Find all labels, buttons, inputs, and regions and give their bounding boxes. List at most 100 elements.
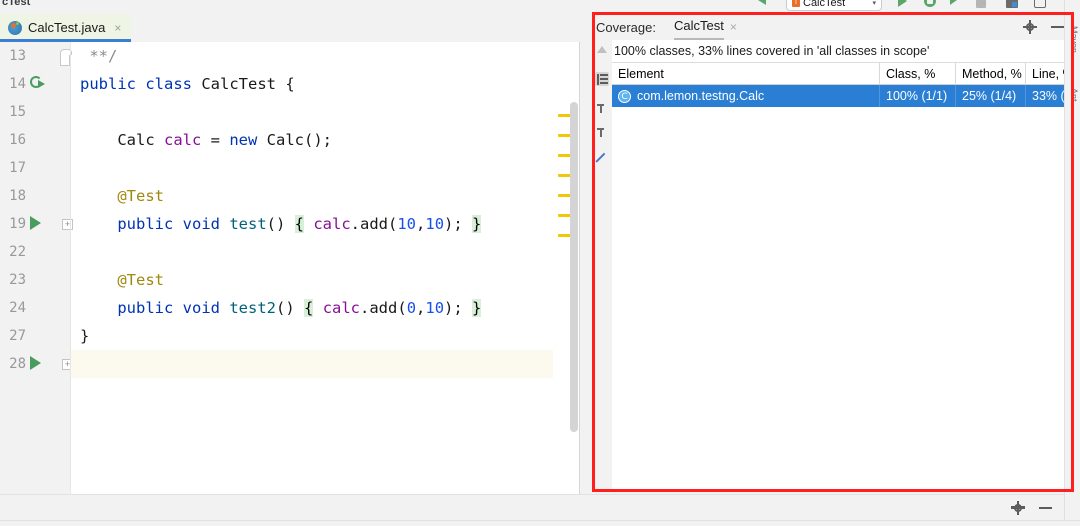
close-icon[interactable]: × <box>114 21 121 35</box>
code-token: 0 <box>406 299 417 317</box>
run-configuration-selector[interactable]: T CalcTest ▾ <box>786 0 882 11</box>
line-number: 24 <box>9 300 26 316</box>
code-token: , <box>416 299 426 317</box>
run-test-icon-line19[interactable] <box>30 216 41 230</box>
collapse-all-icon[interactable] <box>595 126 609 140</box>
line-number: 15 <box>9 104 26 120</box>
main-toolbar: cTest T CalcTest ▾ <box>0 0 1080 14</box>
code-token: **/ <box>80 47 118 65</box>
code-token: } <box>472 215 482 233</box>
run-config-icon: T <box>792 0 800 7</box>
code-token: test <box>229 215 267 233</box>
table-row[interactable]: Ccom.lemon.testng.Calc 100% (1/1) 25% (1/4… <box>612 85 1074 107</box>
code-token: } <box>80 327 90 345</box>
line-number: 14 <box>9 76 26 92</box>
gear-icon[interactable] <box>1023 20 1037 34</box>
code-text-area[interactable]: **/ public class CalcTest { Calc calc = n… <box>71 42 553 494</box>
code-line[interactable]: } <box>71 322 553 350</box>
rerun-tests-icon[interactable] <box>30 76 45 91</box>
ide-window: cTest T CalcTest ▾ CalcTest.java × 13 14 1… <box>0 0 1080 526</box>
code-line[interactable]: public void test2() { calc.add(0,10); } <box>71 294 553 322</box>
tool-window-button-maven[interactable]: Maven <box>1069 26 1079 53</box>
code-token: 10 <box>425 299 445 317</box>
coverage-table[interactable]: Element Class, % Method, % Line, % Ccom.… <box>612 62 1074 492</box>
code-token: public <box>117 215 183 233</box>
editor-tab-calctest[interactable]: CalcTest.java × <box>0 14 132 42</box>
flatten-packages-icon[interactable] <box>595 72 609 86</box>
code-line[interactable]: public void test() { calc.add(10,10); } <box>71 210 553 238</box>
element-name: com.lemon.testng.Calc <box>637 89 765 103</box>
run-button[interactable] <box>898 0 913 10</box>
back-button[interactable] <box>758 0 773 10</box>
code-token: calc <box>322 299 361 317</box>
line-number: 18 <box>9 188 26 204</box>
scroll-up-icon[interactable] <box>595 44 609 58</box>
code-token: public <box>117 299 183 317</box>
java-class-icon <box>8 20 22 35</box>
code-token: @Test <box>117 187 164 205</box>
code-token: { <box>304 299 314 317</box>
chevron-down-icon: ▾ <box>872 0 876 7</box>
editor-scrollbar-thumb[interactable] <box>570 102 578 432</box>
gear-icon[interactable] <box>1011 500 1025 515</box>
coverage-header: Coverage: CalcTest × <box>592 14 1074 40</box>
expand-all-icon[interactable] <box>595 102 609 116</box>
code-line[interactable] <box>71 238 553 266</box>
status-bar <box>0 520 1080 526</box>
inspection-scrollbar[interactable] <box>553 42 579 494</box>
right-tool-strip: Maven Ant <box>1064 0 1080 526</box>
code-token: } <box>472 299 482 317</box>
code-token: CalcTest <box>201 75 286 93</box>
run-test-icon-line24[interactable] <box>30 356 41 370</box>
code-line[interactable] <box>71 350 553 378</box>
line-number: 17 <box>9 160 26 176</box>
code-token: { <box>285 75 295 93</box>
cell-element: Ccom.lemon.testng.Calc <box>612 85 880 107</box>
frame-button[interactable] <box>1034 0 1049 12</box>
stop-button[interactable] <box>976 0 991 13</box>
editor-gutter[interactable]: 13 14 15 16 17 18 19 22 23 24 27 28 + + <box>0 42 73 494</box>
line-number: 13 <box>9 48 26 64</box>
code-token: Calc <box>266 131 304 149</box>
code-token: new <box>229 131 267 149</box>
code-line[interactable]: @Test <box>71 182 553 210</box>
run-with-coverage-button[interactable] <box>950 0 965 10</box>
run-config-name: CalcTest <box>803 0 846 9</box>
code-line[interactable] <box>71 98 553 126</box>
code-token: test2 <box>229 299 276 317</box>
coverage-summary: 100% classes, 33% lines covered in 'all … <box>592 40 1074 62</box>
tool-window-button-ant[interactable]: Ant <box>1069 88 1079 102</box>
editor-tab-bar: CalcTest.java × <box>0 14 580 42</box>
code-line[interactable]: **/ <box>71 42 553 70</box>
code-token: .add( <box>360 299 407 317</box>
coverage-tab-close-icon[interactable]: × <box>730 20 737 34</box>
coverage-tab-label: CalcTest <box>673 18 724 33</box>
coverage-side-toolbar <box>592 40 612 492</box>
fold-comment-icon[interactable] <box>60 49 72 66</box>
code-line[interactable]: @Test <box>71 266 553 294</box>
debug-button[interactable] <box>924 0 939 10</box>
cell-method-pct: 25% (1/4) <box>956 85 1026 107</box>
layout-button[interactable] <box>1006 0 1021 12</box>
code-token: .add( <box>350 215 398 233</box>
code-token: () <box>266 215 295 233</box>
minimize-icon[interactable] <box>1051 26 1064 28</box>
bottom-tool-bar <box>0 494 1064 520</box>
generate-report-icon[interactable] <box>595 150 609 164</box>
editor-tab-label: CalcTest.java <box>28 20 106 35</box>
column-header-class[interactable]: Class, % <box>880 63 956 84</box>
code-token: void <box>182 215 230 233</box>
project-label: cTest <box>2 0 31 8</box>
code-line[interactable] <box>71 154 553 182</box>
coverage-tab[interactable]: CalcTest <box>673 18 724 40</box>
minimize-icon[interactable] <box>1039 506 1052 509</box>
code-line[interactable]: Calc calc = new Calc(); <box>71 126 553 154</box>
code-token: 10 <box>425 215 445 233</box>
coverage-tool-window: Coverage: CalcTest × 100% classes, 33% l… <box>592 14 1074 492</box>
code-line[interactable]: public class CalcTest { <box>71 70 553 98</box>
column-header-method[interactable]: Method, % <box>956 63 1026 84</box>
column-header-element[interactable]: Element <box>612 63 880 84</box>
